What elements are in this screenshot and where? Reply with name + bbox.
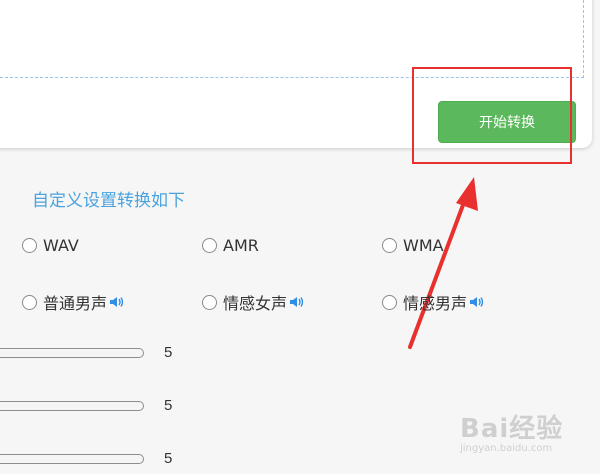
slider-track[interactable] <box>0 454 144 464</box>
voice-label: 情感女声 <box>223 294 288 313</box>
radio-circle[interactable] <box>382 294 397 310</box>
slider-value: 5 <box>164 397 173 414</box>
voice-radio-emotional-male[interactable]: 情感男声 <box>382 290 485 314</box>
format-label: WAV <box>43 236 79 255</box>
file-drop-zone[interactable] <box>0 0 584 78</box>
radio-circle[interactable] <box>202 238 217 253</box>
radio-circle[interactable] <box>22 238 37 253</box>
radio-circle[interactable] <box>22 294 37 310</box>
slider-value: 5 <box>164 344 173 361</box>
radio-circle[interactable] <box>382 238 397 253</box>
format-radio-amr[interactable]: AMR <box>202 236 259 255</box>
format-label: AMR <box>223 236 259 255</box>
start-convert-button[interactable]: 开始转换 <box>438 101 576 143</box>
format-radio-wav[interactable]: WAV <box>22 236 79 255</box>
voice-radio-emotional-female[interactable]: 情感女声 <box>202 290 305 314</box>
slider-track[interactable] <box>0 348 144 358</box>
format-label: WMA <box>403 236 444 255</box>
settings-title: 自定义设置转换如下 <box>32 191 185 211</box>
watermark-brand: Bai经验 <box>460 414 564 444</box>
arrow-annotation-icon <box>408 177 478 349</box>
speaker-icon[interactable] <box>289 295 305 309</box>
radio-circle[interactable] <box>202 294 217 310</box>
baidu-watermark: Bai经验 jingyan.baidu.com <box>460 408 563 454</box>
voice-radio-normal-male[interactable]: 普通男声 <box>22 290 125 314</box>
watermark-url: jingyan.baidu.com <box>460 443 553 454</box>
slider-track[interactable] <box>0 401 144 411</box>
voice-label: 情感男声 <box>403 294 468 313</box>
format-radio-wma[interactable]: WMA <box>382 236 444 255</box>
slider-value: 5 <box>164 450 173 467</box>
speaker-icon[interactable] <box>109 295 125 309</box>
voice-label: 普通男声 <box>43 294 108 313</box>
speaker-icon[interactable] <box>469 295 485 309</box>
